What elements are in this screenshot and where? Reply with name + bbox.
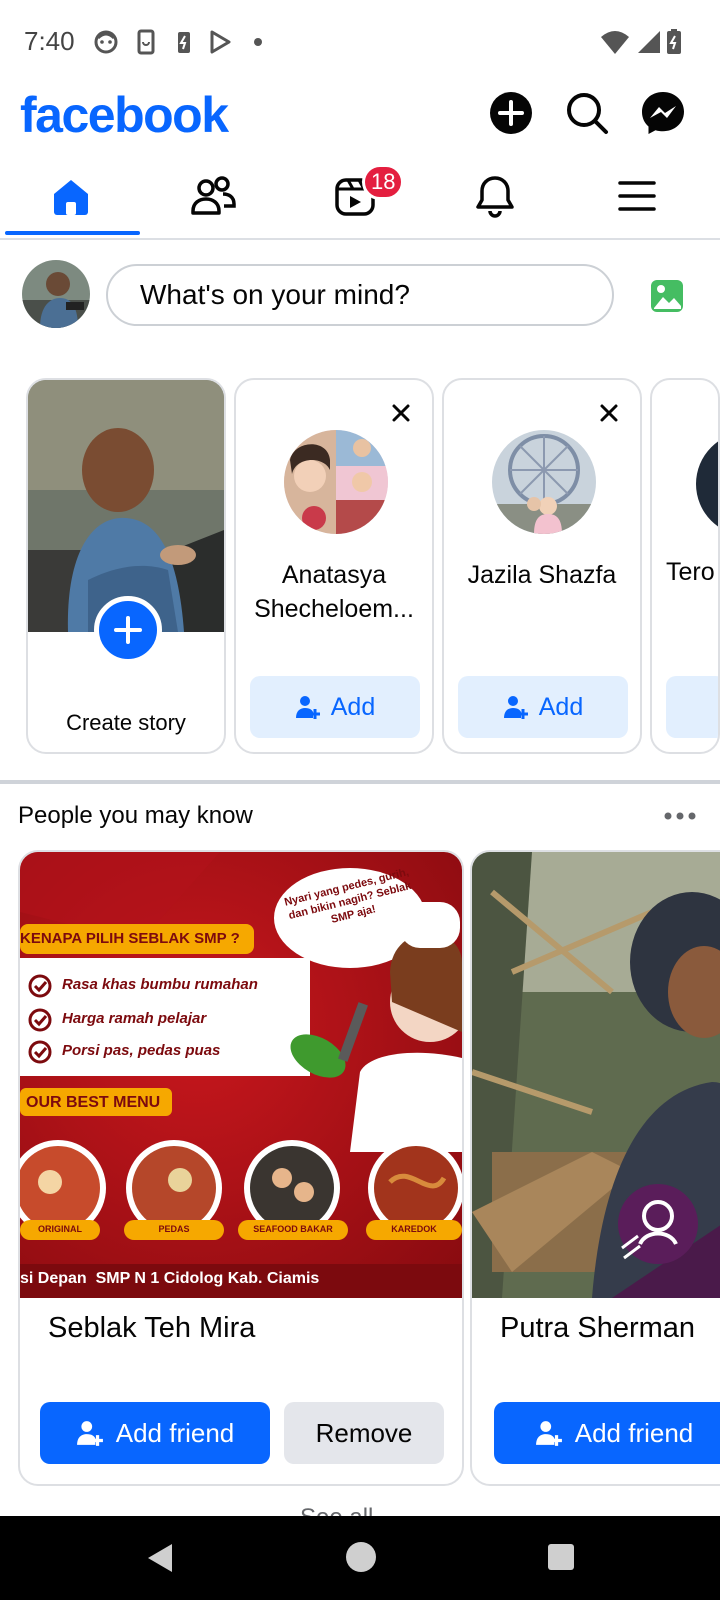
- person-suggestion-card[interactable]: Nyari yang pedes, gurih, dan bikin nagih…: [18, 850, 464, 1486]
- add-button-label: Add: [538, 692, 584, 721]
- banner-menu-item: SEAFOOD BAKAR: [253, 1224, 333, 1234]
- tab-menu[interactable]: [572, 158, 702, 234]
- back-icon[interactable]: [144, 1540, 176, 1576]
- tab-home[interactable]: [6, 158, 136, 234]
- seblak-banner: Nyari yang pedes, gurih, dan bikin nagih…: [20, 852, 462, 1298]
- tab-video[interactable]: [290, 158, 420, 234]
- remove-button[interactable]: Remove: [284, 1402, 444, 1464]
- user-avatar[interactable]: [22, 260, 90, 328]
- tab-notifications[interactable]: [430, 158, 560, 234]
- add-person-icon: [503, 696, 528, 719]
- add-friend-label: Add friend: [115, 1417, 235, 1448]
- home-icon: [54, 180, 88, 215]
- person-name[interactable]: Putra Sherman: [500, 1312, 695, 1345]
- more-options-icon[interactable]: [662, 810, 698, 822]
- banner-menu-item: KAREDOK: [391, 1224, 437, 1234]
- story-suggestion-card[interactable]: Anatasya Shecheloem... Add: [234, 378, 434, 754]
- create-story-card[interactable]: Create story: [26, 378, 226, 754]
- banner-point: Rasa khas bumbu rumahan: [62, 976, 258, 993]
- add-friend-button[interactable]: Add friend: [494, 1402, 720, 1464]
- banner-point: Harga ramah pelajar: [62, 1010, 207, 1027]
- home-circle-icon[interactable]: [344, 1540, 378, 1574]
- add-friend-button[interactable]: Add: [250, 676, 420, 738]
- friends-icon: [191, 176, 236, 215]
- banner-menu-title: OUR BEST MENU: [26, 1094, 161, 1111]
- status-bar: 7:40: [0, 0, 720, 86]
- suggestion-name: Anatasya Shecheloem...: [254, 561, 414, 623]
- hamburger-menu-icon: [618, 181, 656, 211]
- create-story-photo: [28, 380, 224, 632]
- suggestion-avatar: [696, 441, 718, 527]
- battery-saver-icon: [178, 32, 190, 53]
- add-button-label: Add: [330, 692, 376, 721]
- story-suggestion-card[interactable]: Jazila Shazfa Add: [442, 378, 642, 754]
- suggestion-avatar: [492, 430, 596, 534]
- section-divider: [0, 780, 720, 784]
- close-icon[interactable]: [598, 402, 620, 424]
- wifi-icon: [601, 31, 629, 54]
- add-friend-button[interactable]: Add friend: [40, 1402, 270, 1464]
- status-time: 7:40: [24, 26, 75, 56]
- messenger-icon[interactable]: [638, 88, 688, 138]
- person-suggestion-card[interactable]: Putra Sherman Add friend: [470, 850, 720, 1486]
- add-person-icon: [76, 1421, 103, 1446]
- system-navigation-bar: [0, 1516, 720, 1600]
- facebook-home-screen: 7:40 facebook 18 What's on your mind? Cr…: [0, 0, 720, 1600]
- person-name[interactable]: Seblak Teh Mira: [48, 1312, 255, 1345]
- banner-menu-item: ORIGINAL: [38, 1224, 82, 1234]
- suggestion-avatar: [284, 430, 388, 534]
- add-friend-button[interactable]: Add: [458, 676, 628, 738]
- banner-footer: si Depan SMP N 1 Cidolog Kab. Ciamis: [20, 1270, 320, 1287]
- tab-friends[interactable]: [148, 158, 278, 234]
- people-you-may-know-title: People you may know: [18, 802, 253, 829]
- reels-notification-badge: 18: [362, 164, 405, 200]
- create-story-plus-button[interactable]: [94, 596, 162, 664]
- more-notifications-dot-icon: [254, 38, 262, 46]
- create-story-label: Create story: [66, 710, 186, 735]
- story-suggestion-card-partial[interactable]: Tero: [650, 378, 720, 754]
- add-friend-label: Add friend: [574, 1417, 694, 1448]
- add-person-icon: [295, 696, 320, 719]
- bell-icon: [476, 176, 514, 218]
- banner-menu-item: PEDAS: [158, 1224, 190, 1234]
- battery-icon: [667, 29, 681, 54]
- suggestion-name: Jazila Shazfa: [467, 561, 617, 589]
- nav-divider: [0, 238, 720, 240]
- face-notification-icon: [94, 30, 118, 54]
- recents-icon[interactable]: [546, 1542, 576, 1572]
- whats-on-your-mind-input[interactable]: What's on your mind?: [106, 264, 614, 326]
- add-person-icon: [535, 1421, 562, 1446]
- play-store-icon: [210, 30, 231, 54]
- facebook-logo[interactable]: facebook: [20, 86, 229, 144]
- add-friend-button[interactable]: [666, 676, 718, 738]
- suggestion-name: Tero: [666, 558, 715, 586]
- sync-notification-icon: [137, 29, 155, 55]
- create-plus-icon[interactable]: [486, 88, 536, 138]
- person-photo: [472, 852, 720, 1298]
- search-icon[interactable]: [562, 88, 612, 138]
- banner-headline: KENAPA PILIH SEBLAK SMP ?: [20, 930, 240, 947]
- close-icon[interactable]: [390, 402, 412, 424]
- cellular-signal-icon: [638, 31, 660, 53]
- banner-point: Porsi pas, pedas puas: [62, 1042, 221, 1059]
- photo-icon[interactable]: [650, 278, 684, 314]
- plus-icon: [114, 616, 142, 644]
- active-tab-indicator: [5, 231, 140, 235]
